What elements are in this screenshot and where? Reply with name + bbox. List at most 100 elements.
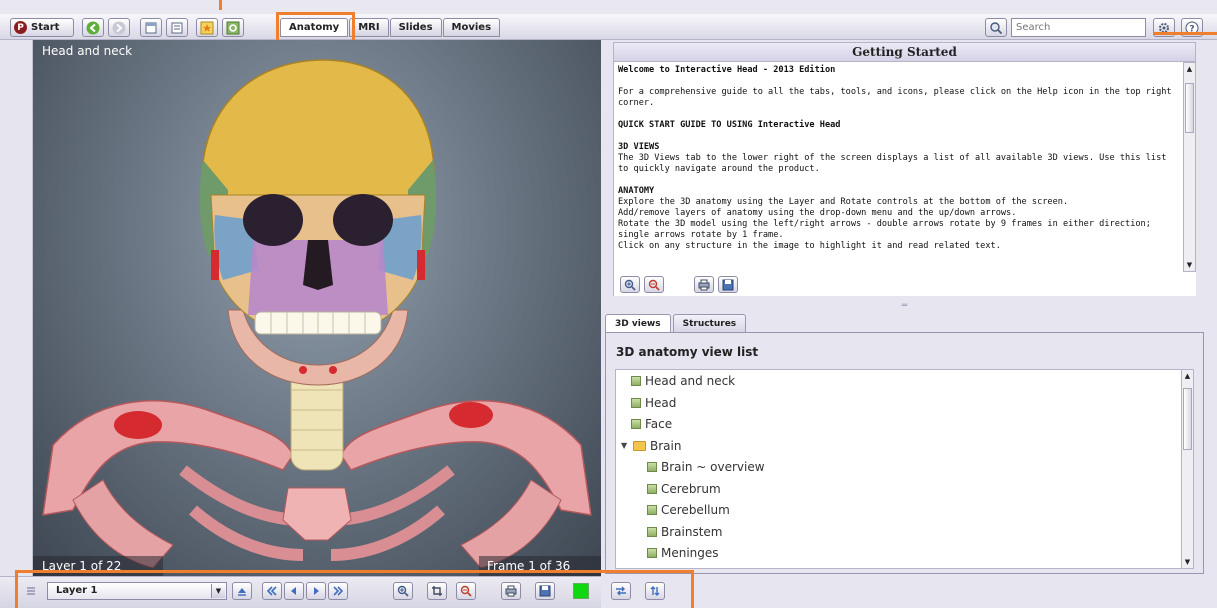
scroll-thumb[interactable] [1185, 83, 1194, 133]
views-tree: Head and neck Head Face ▼ Brain Brain ~ overv… [615, 369, 1183, 569]
view-icon [647, 526, 657, 537]
layer-up-button[interactable] [232, 582, 252, 600]
help-text-line: Add/remove layers of anatomy using the d… [618, 208, 1017, 218]
tab-3d-views[interactable]: 3D views [605, 314, 671, 332]
tree-item-label: Brain ~ overview [661, 460, 765, 474]
favourites-button[interactable] [196, 18, 218, 37]
zoom-in-icon [397, 585, 409, 597]
help-blank-line [618, 109, 1179, 120]
tree-item[interactable]: Head and neck [631, 372, 735, 390]
tab-structures[interactable]: Structures [672, 314, 747, 332]
settings-gear-icon [226, 21, 240, 34]
main-tabs: Anatomy MRI Slides Movies [280, 18, 501, 37]
tree-item[interactable]: Brain ~ overview [647, 458, 765, 476]
top-toolbar: P Start Anatomy MRI Slides Movies ? [0, 14, 1217, 40]
tab-mri[interactable]: MRI [349, 18, 389, 37]
view-title: Head and neck [42, 44, 133, 58]
tree-item[interactable]: Cerebrum [647, 480, 721, 498]
start-logo-icon: P [14, 21, 27, 34]
menu-handle[interactable] [21, 582, 41, 600]
tree-item-label: Head and neck [645, 374, 736, 388]
scroll-thumb[interactable] [1183, 388, 1192, 450]
tree-item[interactable]: Head [631, 394, 676, 412]
layer-counter: Layer 1 of 22 [33, 556, 163, 576]
expand-arrow-icon[interactable]: ▼ [621, 441, 629, 450]
help-text-line: The 3D Views tab to the lower right of t… [618, 153, 1167, 174]
search-button[interactable] [985, 18, 1007, 37]
tab-movies[interactable]: Movies [442, 18, 501, 37]
sort-icon [650, 586, 660, 596]
help-text-line: 3D VIEWS [618, 142, 660, 152]
help-text-line: Rotate the 3D model using the left/right… [618, 219, 1151, 240]
tree-item[interactable]: Meninges [647, 544, 719, 562]
anatomy-viewer[interactable]: Head and neck Layer 1 of 22 Frame 1 of 3… [33, 40, 601, 576]
getting-started-scrollbar[interactable]: ▲ ▼ [1183, 62, 1196, 272]
zoom-out-button[interactable] [456, 582, 476, 600]
menu-lines-icon [27, 587, 35, 595]
annotation-line-top [219, 0, 222, 10]
tree-item-label: Head [645, 395, 677, 410]
page-icon [145, 22, 157, 33]
view-icon [647, 505, 657, 515]
skull-model-image[interactable] [33, 40, 601, 576]
tree-item-label: Face [645, 417, 673, 431]
rotate-left-button[interactable] [284, 582, 304, 600]
tree-item-label: Cerebrum [661, 481, 721, 496]
start-button[interactable]: P Start [10, 18, 74, 37]
tools-button[interactable] [222, 18, 244, 37]
swap-button[interactable] [611, 582, 631, 600]
back-button[interactable] [82, 18, 104, 37]
rotate-right-button[interactable] [306, 582, 326, 600]
star-icon [200, 21, 214, 34]
help-text-line: ANATOMY [618, 186, 655, 196]
search-input[interactable] [1011, 18, 1146, 37]
text-zoom-in-button[interactable] [620, 276, 640, 293]
tab-anatomy[interactable]: Anatomy [280, 18, 349, 37]
scroll-up-icon[interactable]: ▲ [1184, 63, 1195, 75]
view-icon [647, 483, 657, 494]
tree-item-label: Meninges [661, 546, 719, 560]
rotate-left-fast-button[interactable] [262, 582, 282, 600]
scroll-down-icon[interactable]: ▼ [1184, 259, 1195, 271]
layer-select[interactable]: Layer 1 ▼ [47, 582, 227, 600]
save-icon [539, 585, 551, 597]
highlight-color-swatch[interactable] [573, 583, 589, 599]
view-icon [647, 548, 657, 558]
start-label: Start [31, 22, 60, 33]
zoom-in-button[interactable] [393, 582, 413, 600]
folder-icon [633, 440, 646, 451]
getting-started-text: Welcome to Interactive Head - 2013 Editi… [613, 62, 1183, 272]
notes-button[interactable] [166, 18, 188, 37]
layer-select-value: Layer 1 [56, 585, 98, 596]
help-text-line: QUICK START GUIDE TO USING Interactive H… [618, 120, 841, 130]
scroll-up-icon[interactable]: ▲ [1182, 370, 1193, 382]
getting-started-tools [613, 272, 1196, 296]
chevron-down-icon[interactable]: ▼ [211, 584, 225, 598]
page-button[interactable] [140, 18, 162, 37]
views-scrollbar[interactable]: ▲ ▼ [1181, 369, 1194, 569]
save-button[interactable] [718, 276, 738, 293]
save-view-button[interactable] [535, 582, 555, 600]
tab-slides[interactable]: Slides [389, 18, 442, 37]
fit-view-button[interactable] [427, 582, 447, 600]
views-list-title: 3D anatomy view list [616, 345, 759, 359]
forward-button[interactable] [108, 18, 130, 37]
tree-folder[interactable]: ▼ Brain [621, 437, 681, 455]
print-button[interactable] [694, 276, 714, 293]
tree-item[interactable]: Cerebellum [647, 501, 730, 519]
view-icon [631, 397, 641, 408]
panel-splitter[interactable]: ═ [613, 298, 1196, 314]
tree-item[interactable]: Face [631, 415, 672, 433]
zoom-in-icon [624, 279, 636, 291]
sort-button[interactable] [645, 582, 665, 600]
help-blank-line [618, 175, 1179, 186]
rotate-right-fast-button[interactable] [328, 582, 348, 600]
help-text-line: Click on any structure in the image to h… [618, 241, 1001, 251]
rotate-right-fast-icon [333, 586, 344, 596]
scroll-down-icon[interactable]: ▼ [1182, 556, 1193, 568]
print-icon [505, 585, 517, 597]
print-view-button[interactable] [501, 582, 521, 600]
help-blank-line [618, 76, 1179, 87]
tree-item[interactable]: Brainstem [647, 523, 723, 541]
text-zoom-out-button[interactable] [644, 276, 664, 293]
